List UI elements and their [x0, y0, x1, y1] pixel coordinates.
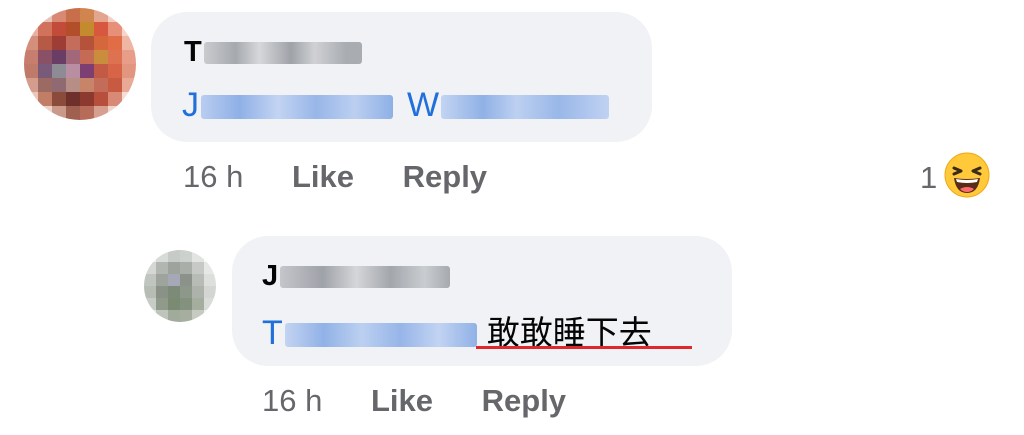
comment-mention-line[interactable]: JW — [182, 86, 610, 125]
mention-redacted-1 — [201, 95, 393, 120]
reply-timestamp[interactable]: 16 h — [262, 383, 322, 418]
reply-mention-initial: T — [262, 314, 283, 352]
reply-mention-redacted — [284, 323, 477, 348]
spellcheck-underline — [476, 346, 692, 349]
reply-author-name-redacted — [280, 266, 451, 289]
reply-author-initial: J — [262, 260, 279, 292]
like-button[interactable]: Like — [292, 159, 354, 194]
reply-meta-row: 16 h Like Reply — [262, 383, 566, 419]
mention-redacted-2 — [441, 95, 610, 120]
mention-initial-w: W — [407, 86, 440, 124]
author-name-redacted — [203, 42, 362, 65]
reply-avatar[interactable] — [144, 250, 216, 322]
reply-author-name[interactable]: J — [262, 260, 451, 293]
reply-reply-button[interactable]: Reply — [482, 383, 566, 418]
comment-avatar[interactable] — [24, 8, 136, 120]
laughing-emoji-icon — [943, 151, 991, 204]
reply-button[interactable]: Reply — [403, 159, 487, 194]
comment-timestamp[interactable]: 16 h — [183, 159, 243, 194]
mention-initial-j: J — [182, 86, 199, 124]
reaction-count: 1 — [920, 159, 938, 195]
comment-author-name[interactable]: T — [184, 36, 362, 69]
reply-mention[interactable]: T — [262, 314, 477, 352]
reaction-summary[interactable]: 1 — [920, 151, 991, 204]
reply-like-button[interactable]: Like — [371, 383, 433, 418]
comment-author-initial: T — [184, 36, 202, 68]
comment-meta-row: 16 h Like Reply — [183, 159, 487, 195]
